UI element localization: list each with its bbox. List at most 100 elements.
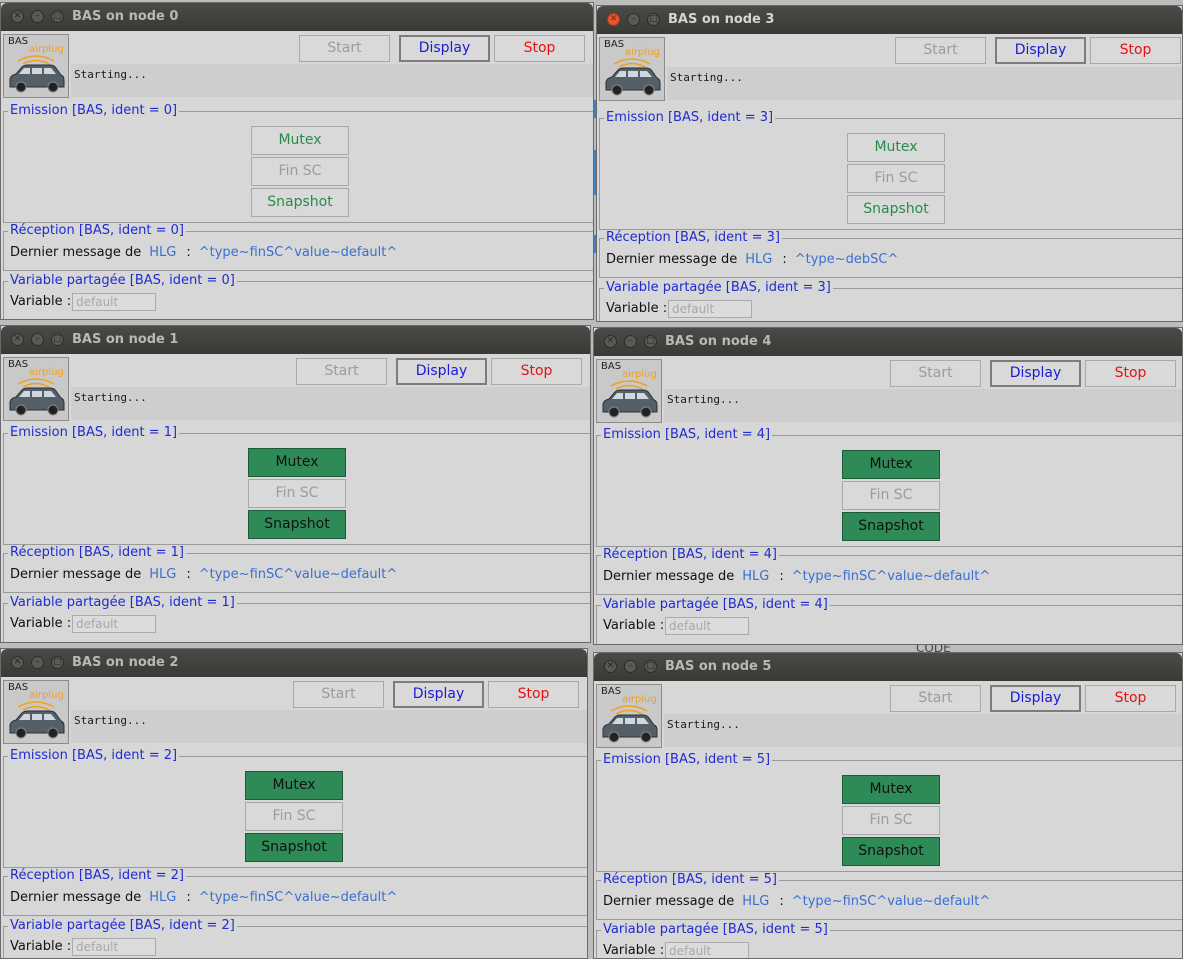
variable-field[interactable] <box>668 300 752 318</box>
maximize-icon[interactable]: □ <box>644 335 657 348</box>
variable-field[interactable] <box>72 938 156 956</box>
emission-label: Emission [BAS, ident = 5] <box>601 752 773 767</box>
message-separator: : <box>186 890 191 905</box>
minimize-icon[interactable]: – <box>624 660 637 673</box>
mutex-button[interactable]: Mutex <box>248 448 346 477</box>
reception-label: Réception [BAS, ident = 1] <box>8 545 186 560</box>
shared-variable-panel: Variable partagée [BAS, ident = 4] Varia… <box>596 597 1182 644</box>
maximize-icon[interactable]: □ <box>644 660 657 673</box>
title-bar[interactable]: ✕ – □ BAS on node 4 <box>594 328 1182 356</box>
variable-name-label: Variable : <box>603 618 665 633</box>
title-bar[interactable]: ✕ – □ BAS on node 1 <box>1 326 590 354</box>
title-bar[interactable]: ✕ – □ BAS on node 2 <box>1 649 587 677</box>
stop-button[interactable]: Stop <box>494 35 585 62</box>
start-button[interactable]: Start <box>293 681 384 708</box>
close-icon[interactable]: ✕ <box>607 13 620 26</box>
emission-panel: Emission [BAS, ident = 1] Mutex Fin SC S… <box>3 425 590 545</box>
message-content: ^type~finSC^value~default^ <box>791 894 991 909</box>
last-message-prefix: Dernier message de <box>603 569 735 584</box>
last-message-row: Dernier message de HLG: ^type~finSC^value~… <box>10 245 397 260</box>
snapshot-button[interactable]: Snapshot <box>842 837 940 866</box>
display-button[interactable]: Display <box>399 35 490 62</box>
fin-sc-button[interactable]: Fin SC <box>245 802 343 831</box>
bas-window-node-2[interactable]: ✕ – □ BAS on node 1 BAS airplug Start Di… <box>0 325 591 643</box>
start-button[interactable]: Start <box>890 685 981 712</box>
message-separator: : <box>779 894 784 909</box>
emission-label: Emission [BAS, ident = 2] <box>8 748 180 763</box>
mutex-button[interactable]: Mutex <box>847 133 945 162</box>
reception-label: Réception [BAS, ident = 4] <box>601 547 779 562</box>
snapshot-button[interactable]: Snapshot <box>251 188 349 217</box>
fin-sc-button[interactable]: Fin SC <box>842 481 940 510</box>
mutex-button[interactable]: Mutex <box>245 771 343 800</box>
maximize-icon[interactable]: □ <box>647 13 660 26</box>
stop-button[interactable]: Stop <box>491 358 582 385</box>
maximize-icon[interactable]: □ <box>51 333 64 346</box>
mutex-button[interactable]: Mutex <box>251 126 349 155</box>
bas-window-node-3[interactable]: ✕ – □ BAS on node 4 BAS airplug Start Di… <box>593 327 1183 645</box>
bas-window-node-0[interactable]: ✕ – □ BAS on node 0 BAS airplug Start Di… <box>0 2 594 320</box>
stop-button[interactable]: Stop <box>1085 685 1176 712</box>
display-button[interactable]: Display <box>396 358 487 385</box>
car-icon <box>605 58 661 96</box>
message-sender: HLG <box>745 252 773 267</box>
close-icon[interactable]: ✕ <box>11 333 24 346</box>
title-bar[interactable]: ✕ – □ BAS on node 3 <box>597 6 1182 34</box>
fin-sc-button[interactable]: Fin SC <box>847 164 945 193</box>
message-sender: HLG <box>742 569 770 584</box>
display-button[interactable]: Display <box>990 360 1081 387</box>
fin-sc-button[interactable]: Fin SC <box>842 806 940 835</box>
shared-variable-panel: Variable partagée [BAS, ident = 1] Varia… <box>3 595 590 642</box>
airplug-logo: BAS airplug <box>3 680 69 744</box>
reception-panel: Réception [BAS, ident = 2] Dernier messa… <box>3 868 587 916</box>
car-icon <box>602 380 658 418</box>
title-bar[interactable]: ✕ – □ BAS on node 0 <box>1 3 593 31</box>
minimize-icon[interactable]: – <box>31 333 44 346</box>
mutex-button[interactable]: Mutex <box>842 450 940 479</box>
display-button[interactable]: Display <box>990 685 1081 712</box>
airplug-logo: BAS airplug <box>599 37 665 101</box>
maximize-icon[interactable]: □ <box>51 656 64 669</box>
fin-sc-button[interactable]: Fin SC <box>248 479 346 508</box>
close-icon[interactable]: ✕ <box>11 10 24 23</box>
message-content: ^type~debSC^ <box>794 252 899 267</box>
stop-button[interactable]: Stop <box>488 681 579 708</box>
variable-field[interactable] <box>665 942 749 958</box>
display-button[interactable]: Display <box>995 37 1086 64</box>
start-button[interactable]: Start <box>890 360 981 387</box>
snapshot-button[interactable]: Snapshot <box>842 512 940 541</box>
close-icon[interactable]: ✕ <box>11 656 24 669</box>
last-message-prefix: Dernier message de <box>10 567 142 582</box>
minimize-icon[interactable]: – <box>624 335 637 348</box>
message-separator: : <box>186 567 191 582</box>
minimize-icon[interactable]: – <box>31 656 44 669</box>
status-text: Starting... <box>74 714 147 727</box>
snapshot-button[interactable]: Snapshot <box>245 833 343 862</box>
stop-button[interactable]: Stop <box>1085 360 1176 387</box>
minimize-icon[interactable]: – <box>31 10 44 23</box>
stop-button[interactable]: Stop <box>1090 37 1181 64</box>
start-button[interactable]: Start <box>299 35 390 62</box>
close-icon[interactable]: ✕ <box>604 335 617 348</box>
bas-window-node-4[interactable]: ✕ – □ BAS on node 2 BAS airplug Start Di… <box>0 648 588 959</box>
message-sender: HLG <box>149 890 177 905</box>
mutex-button[interactable]: Mutex <box>842 775 940 804</box>
variable-field[interactable] <box>72 293 156 311</box>
snapshot-button[interactable]: Snapshot <box>248 510 346 539</box>
window-title: BAS on node 1 <box>72 332 179 347</box>
variable-field[interactable] <box>72 615 156 633</box>
display-button[interactable]: Display <box>393 681 484 708</box>
bas-window-node-1[interactable]: ✕ – □ BAS on node 3 BAS airplug Start Di… <box>596 5 1183 322</box>
start-button[interactable]: Start <box>296 358 387 385</box>
logo-bas-text: BAS <box>8 359 29 370</box>
start-button[interactable]: Start <box>895 37 986 64</box>
fin-sc-button[interactable]: Fin SC <box>251 157 349 186</box>
variable-field[interactable] <box>665 617 749 635</box>
maximize-icon[interactable]: □ <box>51 10 64 23</box>
variable-label: Variable partagée [BAS, ident = 3] <box>604 280 833 295</box>
close-icon[interactable]: ✕ <box>604 660 617 673</box>
title-bar[interactable]: ✕ – □ BAS on node 5 <box>594 653 1182 681</box>
bas-window-node-5[interactable]: ✕ – □ BAS on node 5 BAS airplug Start Di… <box>593 652 1183 959</box>
minimize-icon[interactable]: – <box>627 13 640 26</box>
snapshot-button[interactable]: Snapshot <box>847 195 945 224</box>
